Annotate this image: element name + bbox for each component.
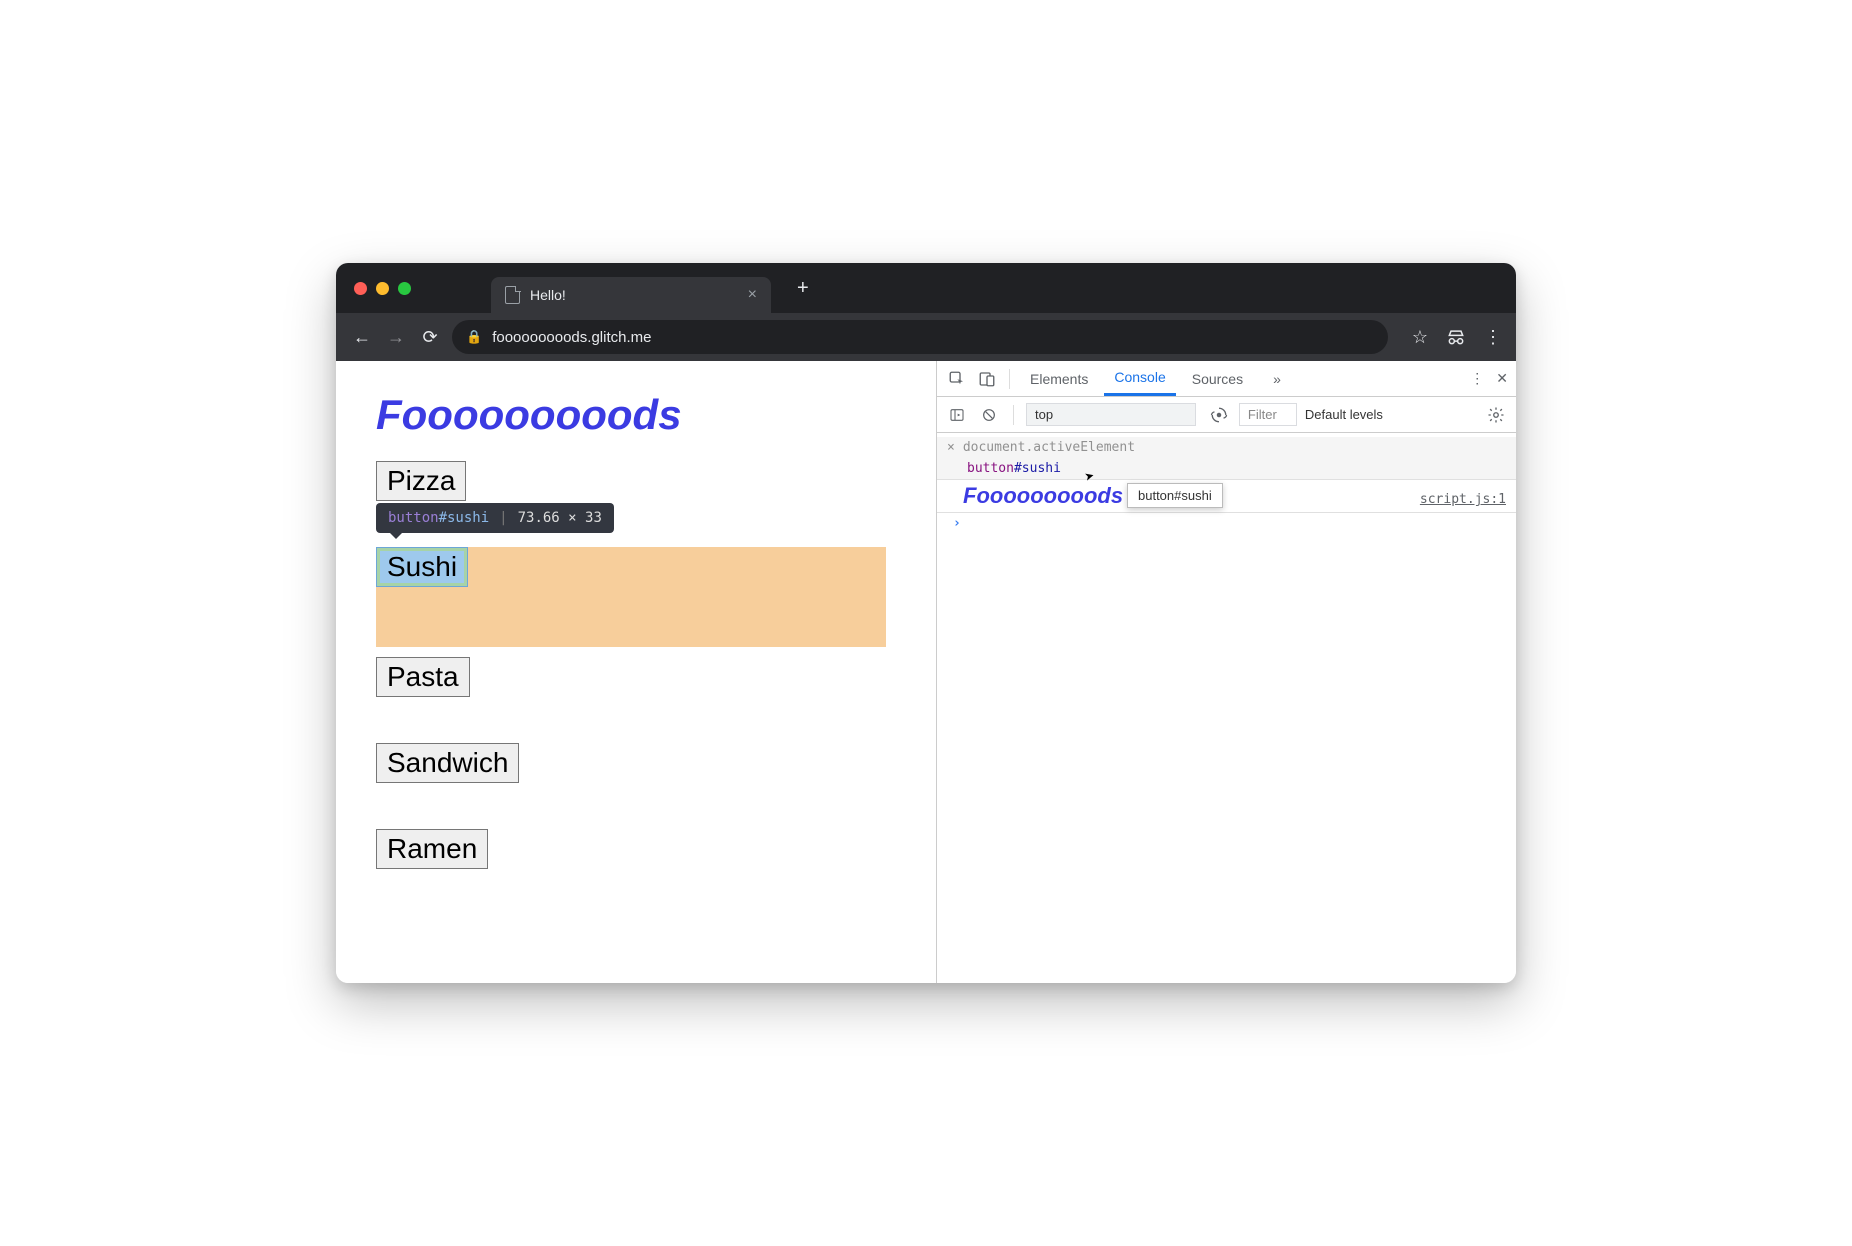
devtools-menu-button[interactable]: ⋮ (1470, 370, 1484, 387)
web-page: Fooooooooods Pizza button#sushi | 73.66 … (336, 361, 936, 983)
tooltip-dimensions: 73.66 × 33 (518, 510, 602, 526)
toolbar-right: ☆ ⋮ (1412, 327, 1502, 348)
content-split: Fooooooooods Pizza button#sushi | 73.66 … (336, 361, 1516, 983)
tooltip-separator: | (499, 510, 507, 526)
eager-close-button[interactable]: × (947, 440, 955, 455)
browser-toolbar: ← → ⟳ 🔒 fooooooooods.glitch.me ☆ ⋮ (336, 313, 1516, 361)
food-list: Pizza button#sushi | 73.66 × 33 Sushi (376, 461, 896, 915)
tooltip-id: #sushi (439, 510, 490, 526)
bookmark-star-button[interactable]: ☆ (1412, 327, 1428, 348)
inspector-tooltip: button#sushi | 73.66 × 33 (376, 503, 614, 533)
food-item-sushi: button#sushi | 73.66 × 33 Sushi (376, 547, 896, 647)
console-log-row: Fooooooooods script.js:1 (937, 480, 1516, 513)
window-zoom-button[interactable] (398, 282, 411, 295)
food-item-sandwich: Sandwich (376, 743, 896, 783)
console-toolbar: top ▼ Filter Default levels (937, 397, 1516, 433)
tooltip-tag: button (388, 510, 439, 526)
console-prompt-row[interactable]: › (937, 513, 1516, 534)
ramen-button[interactable]: Ramen (376, 829, 488, 869)
browser-tab[interactable]: Hello! × (491, 277, 771, 313)
incognito-icon (1446, 327, 1466, 347)
tab-more-button[interactable]: » (1263, 361, 1291, 396)
pizza-button[interactable]: Pizza (376, 461, 466, 501)
lock-icon: 🔒 (466, 329, 482, 345)
devtools-tabbar: Elements Console Sources » ⋮ ✕ (937, 361, 1516, 397)
sushi-button[interactable]: Sushi (376, 547, 468, 587)
filter-input[interactable]: Filter (1239, 403, 1297, 426)
margin-highlight: Sushi (376, 547, 886, 647)
browser-menu-button[interactable]: ⋮ (1484, 327, 1502, 348)
tab-elements[interactable]: Elements (1020, 361, 1098, 396)
tab-close-button[interactable]: × (748, 286, 757, 304)
result-id: #sushi (1014, 461, 1061, 476)
url-text: fooooooooods.glitch.me (492, 329, 651, 346)
device-toggle-icon[interactable] (975, 367, 999, 391)
food-item-pizza: Pizza (376, 461, 896, 501)
address-bar[interactable]: 🔒 fooooooooods.glitch.me (452, 320, 1388, 354)
console-log-value: Fooooooooods (947, 483, 1123, 509)
back-button[interactable]: ← (350, 327, 374, 348)
inspect-element-icon[interactable] (945, 367, 969, 391)
eager-result-row[interactable]: button#sushi (937, 458, 1516, 480)
sandwich-button[interactable]: Sandwich (376, 743, 519, 783)
console-body: × document.activeElement button#sushi Fo… (937, 433, 1516, 983)
devtools-close-button[interactable]: ✕ (1496, 370, 1508, 387)
food-item-pasta: Pasta (376, 657, 896, 697)
new-tab-button[interactable]: + (797, 277, 809, 300)
forward-button[interactable]: → (384, 327, 408, 348)
page-title: Fooooooooods (376, 391, 896, 439)
tab-sources[interactable]: Sources (1182, 361, 1253, 396)
prompt-caret-icon: › (947, 516, 961, 531)
browser-window: Hello! × + ← → ⟳ 🔒 fooooooooods.glitch.m… (336, 263, 1516, 983)
reload-button[interactable]: ⟳ (418, 327, 442, 348)
console-sidebar-toggle-icon[interactable] (945, 403, 969, 427)
tab-console[interactable]: Console (1104, 361, 1175, 396)
devtools-panel: Elements Console Sources » ⋮ ✕ top ▼ (936, 361, 1516, 983)
source-link[interactable]: script.js:1 (1420, 492, 1506, 507)
context-selector[interactable]: top (1026, 403, 1196, 426)
pasta-button[interactable]: Pasta (376, 657, 470, 697)
eager-expression: document.activeElement (963, 440, 1135, 455)
console-settings-icon[interactable] (1484, 403, 1508, 427)
eager-eval-row: × document.activeElement (937, 437, 1516, 458)
live-expression-icon[interactable] (1207, 403, 1231, 427)
document-icon (505, 286, 520, 304)
window-close-button[interactable] (354, 282, 367, 295)
titlebar: Hello! × + (336, 263, 1516, 313)
tab-title: Hello! (530, 287, 566, 303)
window-minimize-button[interactable] (376, 282, 389, 295)
clear-console-icon[interactable] (977, 403, 1001, 427)
log-levels-selector[interactable]: Default levels (1305, 407, 1383, 422)
result-tag: button (967, 461, 1014, 476)
food-item-ramen: Ramen (376, 829, 896, 869)
traffic-lights (354, 282, 411, 295)
hover-tooltip: button#sushi (1127, 483, 1223, 508)
